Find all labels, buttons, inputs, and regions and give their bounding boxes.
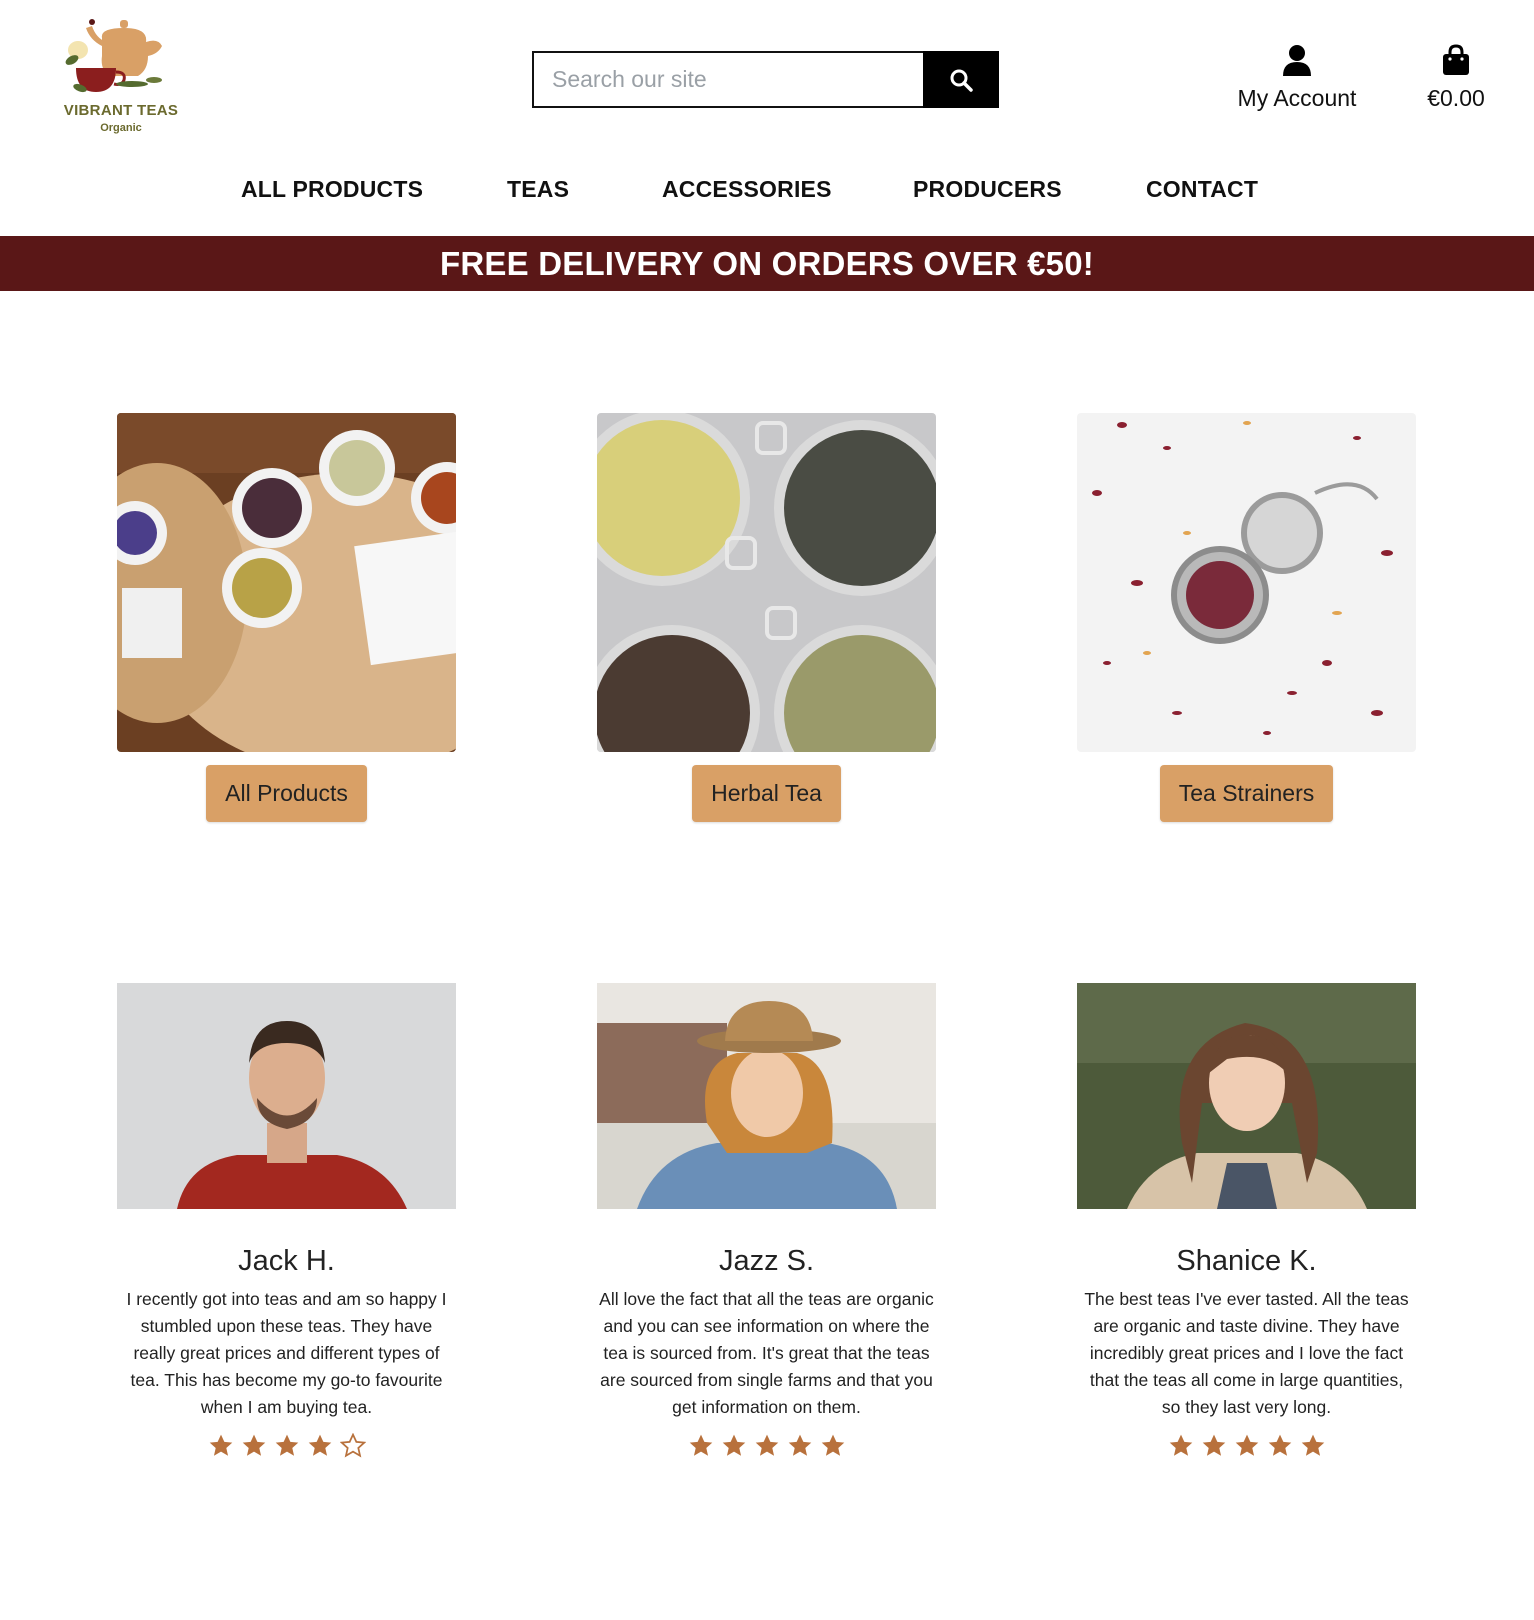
- teapot-logo-icon: [65, 19, 162, 93]
- main-nav: ALL PRODUCTS TEAS ACCESSORIES PRODUCERS …: [0, 176, 1534, 212]
- testimonial-name: Jazz S.: [718, 1245, 815, 1277]
- category-card-all-products: All Products: [117, 413, 456, 822]
- my-account-label: My Account: [1237, 85, 1357, 111]
- testimonial-rating: [597, 1433, 936, 1459]
- testimonial-rating: [117, 1433, 456, 1459]
- star-filled-icon: [1235, 1434, 1258, 1456]
- testimonial-photo: [117, 983, 456, 1209]
- nav-accessories[interactable]: ACCESSORIES: [662, 176, 832, 203]
- testimonial-card: Jazz S. All love the fact that all the t…: [597, 983, 936, 1459]
- brand-logo[interactable]: VIBRANT TEAS Organic: [52, 18, 192, 138]
- testimonial-text: All love the fact that all the teas are …: [599, 1289, 934, 1417]
- star-filled-icon: [1169, 1434, 1192, 1456]
- star-filled-icon: [755, 1434, 778, 1456]
- shopping-bag-icon: [1443, 44, 1469, 75]
- star-filled-icon: [1202, 1434, 1225, 1456]
- nav-all-products[interactable]: ALL PRODUCTS: [241, 176, 423, 203]
- cart-link[interactable]: €0.00: [1420, 44, 1492, 112]
- brand-tagline: Organic: [100, 122, 142, 134]
- category-card-herbal-tea: Herbal Tea: [597, 413, 936, 822]
- category-card-tea-strainers: Tea Strainers: [1077, 413, 1416, 822]
- testimonial-card: Jack H. I recently got into teas and am …: [117, 983, 456, 1459]
- star-filled-icon: [788, 1434, 811, 1456]
- my-account-link[interactable]: My Account: [1222, 44, 1372, 112]
- nav-producers[interactable]: PRODUCERS: [913, 176, 1062, 203]
- all-products-button[interactable]: All Products: [206, 765, 367, 822]
- search-button[interactable]: [923, 51, 999, 108]
- delivery-banner: FREE DELIVERY ON ORDERS OVER €50!: [0, 236, 1534, 291]
- herbal-tea-button[interactable]: Herbal Tea: [692, 765, 841, 822]
- star-filled-icon: [1268, 1434, 1291, 1456]
- search-icon: [950, 69, 973, 92]
- testimonial-photo: [597, 983, 936, 1209]
- star-filled-icon: [275, 1434, 298, 1456]
- star-filled-icon: [689, 1434, 712, 1456]
- delivery-banner-text: FREE DELIVERY ON ORDERS OVER €50!: [440, 244, 1094, 282]
- testimonial-text: I recently got into teas and am so happy…: [126, 1289, 447, 1417]
- star-filled-icon: [209, 1434, 232, 1456]
- star-filled-icon: [821, 1434, 844, 1456]
- star-filled-icon: [242, 1434, 265, 1456]
- category-image-tea-strainers[interactable]: [1077, 413, 1416, 752]
- testimonial-text: The best teas I've ever tasted. All the …: [1084, 1289, 1409, 1417]
- star-filled-icon: [308, 1434, 331, 1456]
- testimonial-photo: [1077, 983, 1416, 1209]
- category-image-all-products[interactable]: [117, 413, 456, 752]
- testimonial-name: Jack H.: [238, 1245, 335, 1277]
- testimonial-card: Shanice K. The best teas I've ever taste…: [1077, 983, 1416, 1459]
- nav-contact[interactable]: CONTACT: [1146, 176, 1258, 203]
- cart-total: €0.00: [1427, 85, 1485, 111]
- brand-name: VIBRANT TEAS: [63, 102, 179, 119]
- testimonial-name: Shanice K.: [1176, 1245, 1317, 1277]
- user-icon: [1283, 45, 1311, 76]
- star-filled-icon: [722, 1434, 745, 1456]
- star-empty-icon: [339, 1433, 366, 1458]
- tea-strainers-button[interactable]: Tea Strainers: [1159, 765, 1334, 822]
- category-image-herbal-tea[interactable]: [597, 413, 936, 752]
- star-filled-icon: [1301, 1434, 1324, 1456]
- search-input[interactable]: [532, 51, 923, 108]
- testimonial-rating: [1077, 1433, 1416, 1459]
- nav-teas[interactable]: TEAS: [507, 176, 569, 203]
- search-bar: [532, 51, 999, 108]
